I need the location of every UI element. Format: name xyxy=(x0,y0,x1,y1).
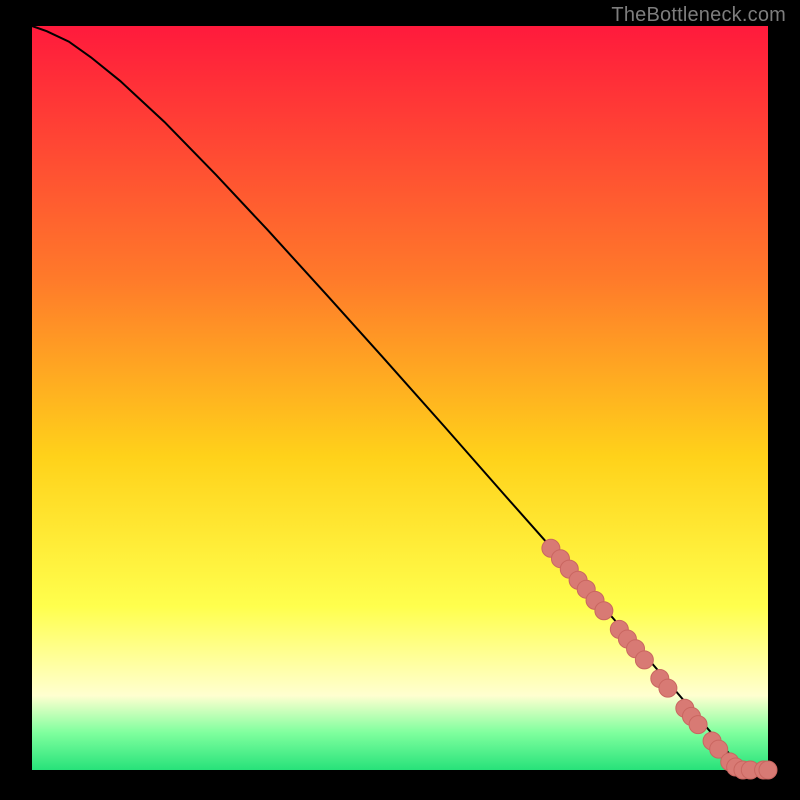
attribution-text: TheBottleneck.com xyxy=(611,4,786,27)
chart-stage: TheBottleneck.com xyxy=(0,0,800,800)
data-marker xyxy=(689,716,707,734)
plot-area xyxy=(32,26,768,770)
data-marker xyxy=(635,651,653,669)
bottleneck-chart xyxy=(0,0,800,800)
data-marker xyxy=(759,761,777,779)
data-marker xyxy=(659,679,677,697)
data-marker xyxy=(595,602,613,620)
